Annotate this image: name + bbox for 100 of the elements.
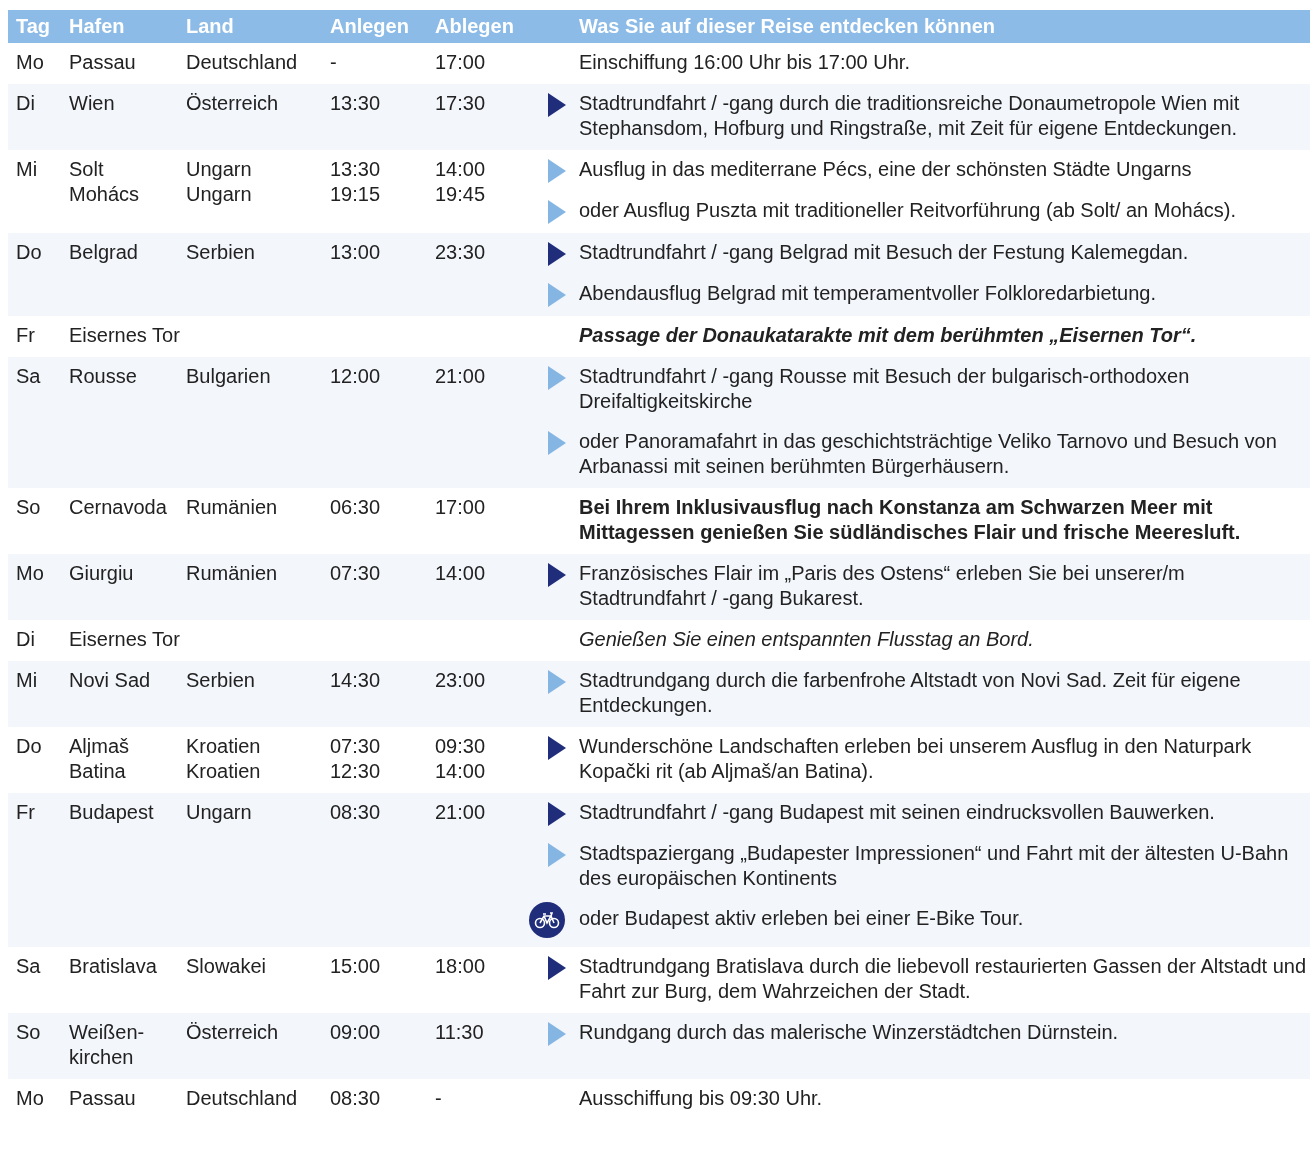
arrival-cell-text: 12:00 [330,364,382,389]
departure-cell-text: - [435,1086,443,1111]
bicycle-icon [529,902,565,938]
activity-text: oder Budapest aktiv erleben bei einer E-Bike Tour. [579,906,1025,931]
port-cell-text: Bratislava [69,954,158,979]
country-cell-text: Ungarn [186,800,253,825]
triangle-icon [548,242,566,266]
arrival-cell-text: 07:30 [330,734,382,759]
activity-text: Stadtrundfahrt / -gang Rousse mit Besuch der bulgarisch-orthodoxen Dreifaltigkeitskirche [579,364,1191,414]
country-cell-text: Ungarn [186,157,253,182]
country-cell-text: Rumänien [186,495,279,520]
day-cell-text: Mo [16,50,45,75]
country-cell-text: Serbien [186,240,256,265]
port-cell-text: Cernavoda [69,495,168,520]
port-cell-text: Novi Sad [69,668,152,693]
activity-text: Französisches Flair im „Paris des Ostens“ erleben Sie bei unserer/m Stadtrundfahrt / -gang Bukarest. [579,561,1186,611]
day-cell-text: So [16,1020,42,1045]
column-header: Hafen [69,14,126,39]
triangle-icon [548,431,566,455]
country-cell-text: Serbien [186,668,256,693]
activity-text: Bei Ihrem Inklusivausflug nach Konstanza am Schwarzen Meer mit Mittagessen genießen Sie südländisches Flair und frische Meeresluft. [579,495,1242,545]
activity-text: Ausflug in das mediterrane Pécs, eine der schönsten Städte Ungarns [579,157,1193,182]
departure-cell-text: 21:00 [435,364,487,389]
departure-cell-text: 23:30 [435,240,487,265]
arrival-cell-text: 13:00 [330,240,382,265]
arrival-cell-text: 09:00 [330,1020,382,1045]
day-cell-text: Sa [16,954,42,979]
day-cell-text: Mi [16,157,39,182]
activity-text: Passage der Donaukatarakte mit dem berühmten „Eisernen Tor“. [579,323,1198,348]
departure-cell-text: 14:00 [435,561,487,586]
triangle-icon [548,736,566,760]
arrival-cell-text: 08:30 [330,800,382,825]
day-cell-text: So [16,495,42,520]
triangle-icon [548,670,566,694]
triangle-icon [548,843,566,867]
port-cell-text: Belgrad [69,240,139,265]
arrival-cell-text: 15:00 [330,954,382,979]
departure-cell-text: 23:00 [435,668,487,693]
triangle-icon [548,93,566,117]
day-cell-text: Fr [16,800,36,825]
departure-cell-text: 17:00 [435,50,487,75]
port-cell-text: Batina [69,759,127,784]
day-cell-text: Di [16,91,36,116]
port-cell-text: Eisernes Tor [69,627,181,652]
country-cell-text: Kroatien [186,759,262,784]
departure-cell-text: 11:30 [435,1020,485,1045]
arrival-cell-text: 13:30 [330,91,382,116]
column-header: Was Sie auf dieser Reise entdecken können [578,14,997,39]
activity-text: Einschiffung 16:00 Uhr bis 17:00 Uhr. [579,50,911,75]
arrival-cell-text: - [330,50,338,75]
port-cell-text: Passau [69,1086,137,1111]
triangle-icon [548,802,566,826]
column-header: Tag [16,14,52,39]
activity-text: Stadtrundgang durch die farbenfrohe Altstadt von Novi Sad. Zeit für eigene Entdeckungen. [579,668,1242,718]
arrival-cell-text: 19:15 [330,182,382,207]
day-cell-text: Fr [16,323,36,348]
activity-text: oder Ausflug Puszta mit traditioneller Reitvorführung (ab Solt/ an Mohács). [579,198,1237,223]
column-header: Ablegen [435,14,515,39]
activity-text: Rundgang durch das malerische Winzerstädtchen Dürnstein. [579,1020,1120,1045]
port-cell-text: Aljmaš [69,734,130,759]
arrival-cell-text: 14:30 [330,668,382,693]
country-cell-text: Österreich [186,91,280,116]
triangle-icon [548,159,566,183]
country-cell-text: Rumänien [186,561,279,586]
day-cell-text: Do [16,734,43,759]
port-cell-text: Wien [69,91,116,116]
port-cell-text: Passau [69,50,137,75]
country-cell-text: Kroatien [186,734,262,759]
country-cell-text: Ungarn [186,182,253,207]
arrival-cell-text: 12:30 [330,759,382,784]
activity-text: oder Panoramafahrt in das geschichtsträchtige Veliko Tarnovo und Besuch von Arbanassi mit seinen berühmten Bürgerhäusern. [579,429,1278,479]
activity-text: Stadtrundfahrt / -gang Budapest mit seinen eindrucksvollen Bauwerken. [579,800,1216,825]
activity-text: Stadtrundgang Bratislava durch die liebevoll restaurierten Gassen der Altstadt und Fahrt zur Burg, dem Wahrzeichen der Stadt. [579,954,1308,1004]
port-cell-text: Solt [69,157,105,182]
departure-cell-text: 17:00 [435,495,487,520]
column-header: Anlegen [330,14,410,39]
country-cell-text: Österreich [186,1020,280,1045]
activity-text: Wunderschöne Landschaften erleben bei unserem Ausflug in den Naturpark Kopački rit (ab Aljmaš/an Batina). [579,734,1253,784]
departure-cell-text: 18:00 [435,954,487,979]
departure-cell-text: 21:00 [435,800,487,825]
day-cell-text: Sa [16,364,42,389]
activity-text: Stadtrundfahrt / -gang durch die traditionsreiche Donaumetropole Wien mit Stephansdom, Hofburg und Ringstraße, mit Zeit für eigene Entdeckungen. [579,91,1241,141]
triangle-icon [548,200,566,224]
triangle-icon [548,283,566,307]
triangle-icon [548,366,566,390]
port-cell-text: Weißen- kirchen [69,1020,146,1070]
day-cell-text: Mi [16,668,39,693]
arrival-cell-text: 08:30 [330,1086,382,1111]
triangle-icon [548,563,566,587]
activity-text: Genießen Sie einen entspannten Flusstag an Bord. [579,627,1035,652]
column-header: Land [186,14,235,39]
day-cell-text: Do [16,240,43,265]
activity-text: Stadtrundfahrt / -gang Belgrad mit Besuch der Festung Kalemegdan. [579,240,1190,265]
departure-cell-text: 14:00 [435,157,487,182]
country-cell-text: Deutschland [186,1086,299,1111]
port-cell-text: Eisernes Tor [69,323,181,348]
arrival-cell-text: 06:30 [330,495,382,520]
country-cell-text: Bulgarien [186,364,272,389]
port-cell-text: Rousse [69,364,138,389]
triangle-icon [548,1022,566,1046]
